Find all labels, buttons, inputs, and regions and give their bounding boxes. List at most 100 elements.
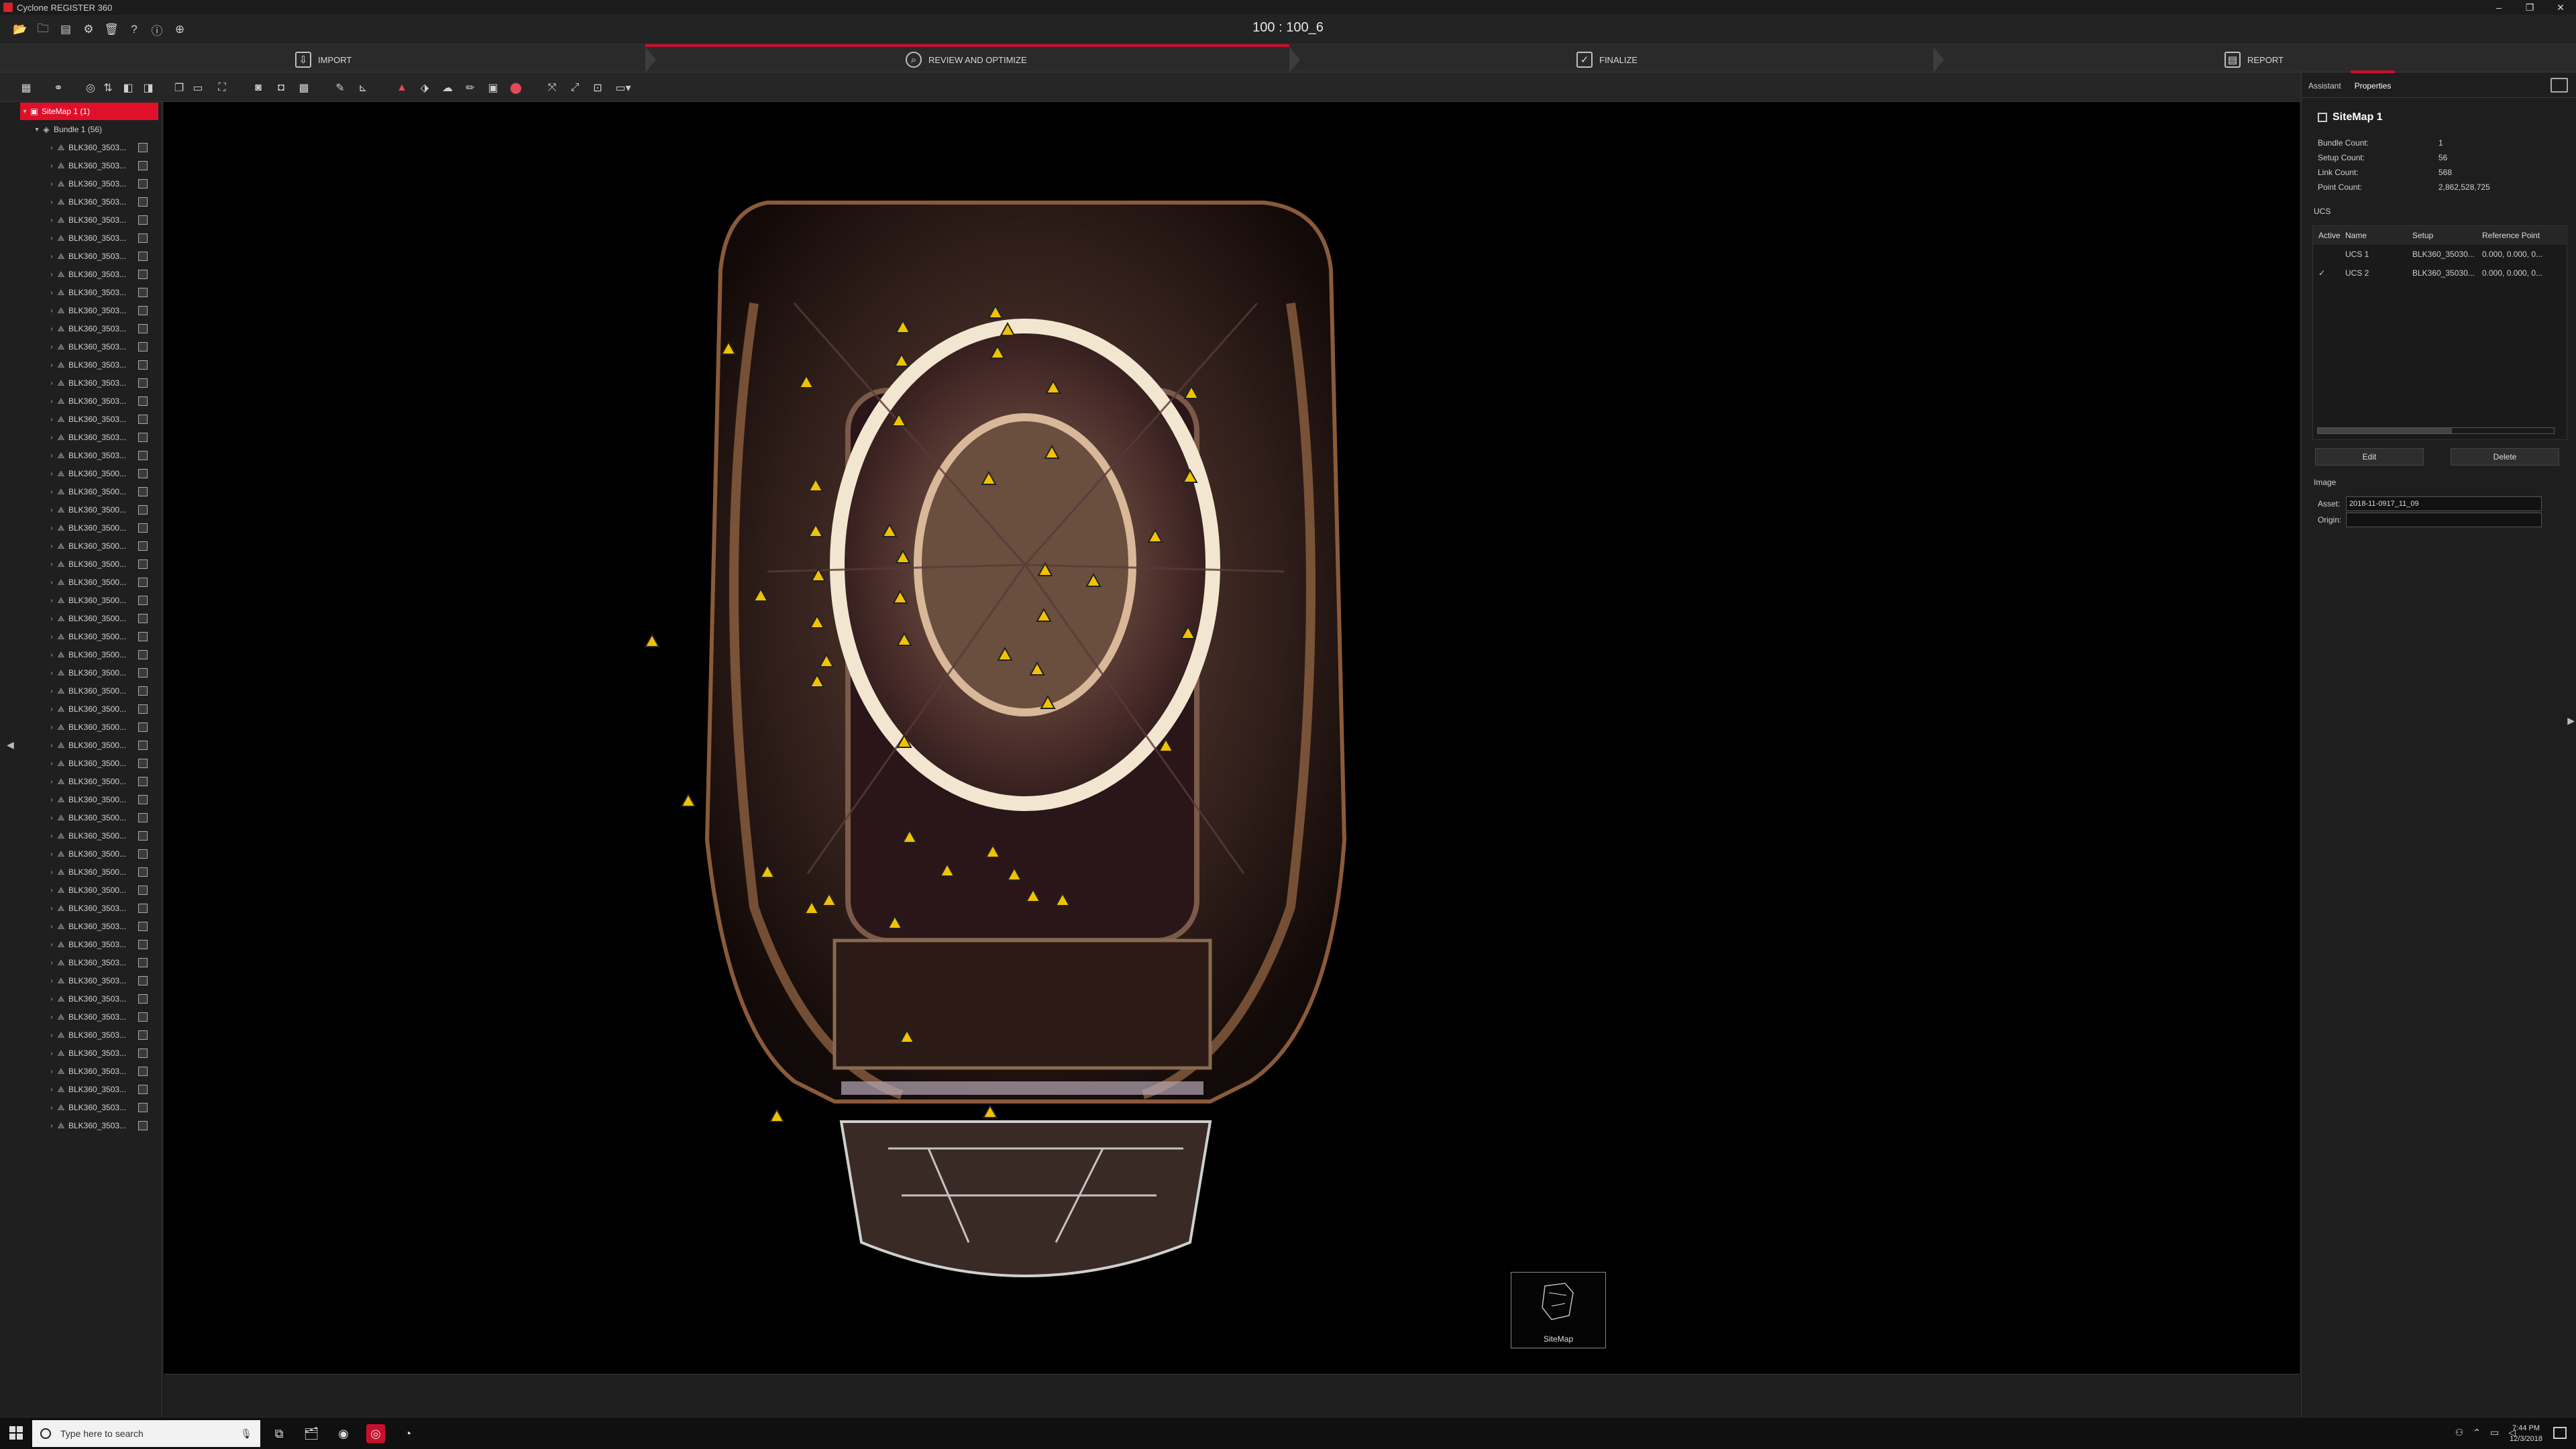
tree-item-setup[interactable]: › ⟁ BLK360_3500... <box>0 737 162 754</box>
image-icon[interactable] <box>138 777 148 786</box>
tree-item-setup[interactable]: › ⟁ BLK360_3503... <box>0 1008 162 1026</box>
tree-item-setup[interactable]: › ⟁ BLK360_3503... <box>0 284 162 301</box>
image-icon[interactable] <box>138 559 148 569</box>
chevron-right-icon[interactable]: › <box>47 688 56 695</box>
chevron-right-icon[interactable]: › <box>47 778 56 786</box>
chevron-right-icon[interactable]: › <box>47 1122 56 1130</box>
minimize-button[interactable]: – <box>2483 0 2514 15</box>
align-icon[interactable]: ⊾ <box>356 80 370 95</box>
tree-item-setup[interactable]: › ⟁ BLK360_3503... <box>0 936 162 953</box>
tree-item-setup[interactable]: › ⟁ BLK360_3503... <box>0 411 162 428</box>
microphone-icon[interactable]: 🎙 <box>240 1428 252 1440</box>
image-icon[interactable] <box>138 233 148 243</box>
chevron-right-icon[interactable]: › <box>47 217 56 224</box>
workflow-step-finalize[interactable]: ✓ FINALIZE <box>1576 47 1638 72</box>
task-view-icon[interactable]: ⧉ <box>270 1424 288 1443</box>
image-icon[interactable] <box>138 487 148 496</box>
image-icon[interactable] <box>138 1121 148 1130</box>
chevron-right-icon[interactable]: › <box>47 706 56 713</box>
edit-button[interactable]: Edit <box>2315 448 2424 466</box>
horizontal-scrollbar[interactable] <box>2317 427 2555 434</box>
image-icon[interactable] <box>138 433 148 442</box>
paste-icon[interactable]: ▭ <box>191 80 205 95</box>
chevron-right-icon[interactable]: › <box>47 579 56 586</box>
sort-icon[interactable]: ⇅ <box>101 80 115 95</box>
taskbar-search[interactable]: Type here to search 🎙 <box>32 1420 260 1447</box>
chevron-right-icon[interactable]: › <box>47 1104 56 1112</box>
chevron-right-icon[interactable]: › <box>47 941 56 949</box>
image-icon[interactable] <box>138 360 148 370</box>
table-row[interactable]: ✓ UCS 2 BLK360_35030... 0.000, 0.000, 0.… <box>2313 264 2567 282</box>
tree-item-setup[interactable]: › ⟁ BLK360_3503... <box>0 175 162 193</box>
tree-item-setup[interactable]: › ⟁ BLK360_3500... <box>0 664 162 682</box>
chevron-right-icon[interactable]: › <box>47 543 56 550</box>
tree-item-setup[interactable]: › ⟁ BLK360_3503... <box>0 374 162 392</box>
chevron-right-icon[interactable]: › <box>47 434 56 441</box>
chevron-right-icon[interactable]: › <box>47 343 56 351</box>
chevron-right-icon[interactable]: › <box>47 833 56 840</box>
tree-item-setup[interactable]: › ⟁ BLK360_3500... <box>0 827 162 845</box>
image-icon[interactable] <box>138 415 148 424</box>
image-icon[interactable] <box>138 143 148 152</box>
file-explorer-icon[interactable]: 🗂 <box>302 1424 321 1443</box>
image-icon[interactable] <box>138 904 148 913</box>
image-icon[interactable] <box>138 704 148 714</box>
chevron-right-icon[interactable]: › <box>47 742 56 749</box>
tree-item-setup[interactable]: › ⟁ BLK360_3503... <box>0 248 162 265</box>
image-icon[interactable] <box>138 650 148 659</box>
copy-icon[interactable]: ❐ <box>172 80 186 95</box>
tree-item-setup[interactable]: › ⟁ BLK360_3500... <box>0 700 162 718</box>
tree-item-setup[interactable]: › ⟁ BLK360_3500... <box>0 755 162 772</box>
link-icon[interactable]: ⚭ <box>51 80 66 95</box>
pencil-icon[interactable]: ✏ <box>463 80 478 95</box>
chevron-right-icon[interactable]: › <box>47 525 56 532</box>
tab-properties[interactable]: Properties <box>2348 70 2398 97</box>
chevron-down-icon[interactable]: ▾ <box>20 108 30 115</box>
target-toggle-icon[interactable]: ▲ <box>394 80 409 95</box>
tree-item-setup[interactable]: › ⟁ BLK360_3500... <box>0 845 162 863</box>
chevron-down-icon[interactable]: ▾ <box>32 126 42 133</box>
image-icon[interactable] <box>138 1103 148 1112</box>
tree-item-setup[interactable]: › ⟁ BLK360_3500... <box>0 519 162 537</box>
image-icon[interactable] <box>138 668 148 678</box>
chevron-right-icon[interactable]: › <box>47 724 56 731</box>
tree-item-setup[interactable]: › ⟁ BLK360_3500... <box>0 628 162 645</box>
scrollbar-thumb[interactable] <box>2318 428 2452 433</box>
zoom-fit-icon[interactable]: ⛶ <box>215 80 229 95</box>
image-icon[interactable] <box>138 396 148 406</box>
tree-item-setup[interactable]: › ⟁ BLK360_3500... <box>0 682 162 700</box>
tree-item-setup[interactable]: › ⟁ BLK360_3503... <box>0 320 162 337</box>
chevron-right-icon[interactable]: › <box>47 633 56 641</box>
chevron-right-icon[interactable]: › <box>47 144 56 152</box>
tree-view-icon[interactable]: ▦ <box>19 80 34 95</box>
chevron-right-icon[interactable]: › <box>47 959 56 967</box>
image-icon[interactable] <box>138 831 148 841</box>
start-button[interactable] <box>9 1426 23 1440</box>
filter-icon[interactable]: ◧ <box>121 80 136 95</box>
tree-item-setup[interactable]: › ⟁ BLK360_3500... <box>0 881 162 899</box>
chevron-right-icon[interactable]: › <box>47 1014 56 1021</box>
image-icon[interactable] <box>138 541 148 551</box>
tree-item-setup[interactable]: › ⟁ BLK360_3503... <box>0 229 162 247</box>
delete-button[interactable]: Delete <box>2451 448 2559 466</box>
tree-item-setup[interactable]: › ⟁ BLK360_3503... <box>0 193 162 211</box>
camera-icon[interactable]: ◙ <box>251 80 266 95</box>
chevron-right-icon[interactable]: › <box>47 180 56 188</box>
clock[interactable]: 7:44 PM 12/3/2018 <box>2510 1423 2542 1444</box>
image-icon[interactable] <box>138 578 148 587</box>
image-icon[interactable] <box>138 197 148 207</box>
tree-item-setup[interactable]: › ⟁ BLK360_3500... <box>0 574 162 591</box>
image-icon[interactable] <box>138 741 148 750</box>
tree-item-setup[interactable]: › ⟁ BLK360_3503... <box>0 392 162 410</box>
chevron-right-icon[interactable]: › <box>47 905 56 912</box>
view-dropdown-icon[interactable]: ▭▾ <box>615 80 631 95</box>
tree-item-setup[interactable]: › ⟁ BLK360_3503... <box>0 211 162 229</box>
tab-assistant[interactable]: Assistant <box>2302 81 2348 97</box>
chevron-right-icon[interactable]: › <box>47 452 56 460</box>
chevron-right-icon[interactable]: › <box>47 289 56 297</box>
image-icon[interactable] <box>138 288 148 297</box>
tree-item-setup[interactable]: › ⟁ BLK360_3503... <box>0 972 162 989</box>
image-icon[interactable] <box>138 867 148 877</box>
tree-item-setup[interactable]: › ⟁ BLK360_3503... <box>0 918 162 935</box>
pin-icon[interactable]: ⬤ <box>508 80 523 95</box>
